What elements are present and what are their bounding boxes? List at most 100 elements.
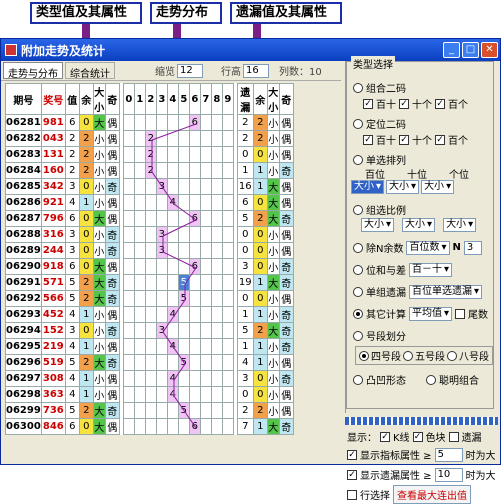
table-row[interactable]: 06298 363 4 1 小偶 4 0 0 小偶 (5, 386, 294, 403)
radio-selected-icon[interactable] (359, 350, 369, 361)
table-row[interactable]: 06296 519 5 2 大奇 5 4 1 小偶 (5, 354, 294, 371)
table-row[interactable]: 06288 316 3 0 小奇 3 0 0 小偶 (5, 226, 294, 243)
checkbox-icon[interactable]: ✓ (380, 431, 390, 442)
select-one[interactable]: 大小 ▾ (421, 180, 455, 194)
radio-icon[interactable] (353, 204, 363, 215)
table-row[interactable]: 06297 308 4 1 小偶 4 3 0 小奇 (5, 370, 294, 387)
radio-icon[interactable] (353, 264, 363, 275)
tab-trend[interactable]: 走势与分布 (3, 62, 63, 80)
checkbox-icon[interactable]: ✓ (347, 469, 357, 480)
checkbox-icon[interactable] (347, 489, 357, 500)
table-row[interactable]: 06283 131 2 2 小偶 2 0 0 小偶 (5, 146, 294, 163)
radio-icon[interactable] (353, 286, 363, 297)
table-row[interactable]: 06291 571 5 2 大奇 5 19 1 大奇 (5, 274, 294, 291)
table-row[interactable]: 06290 918 6 0 大偶 6 3 0 小奇 (5, 258, 294, 275)
opt-pos2[interactable]: 定位二码 (353, 116, 406, 131)
select-one-value: 大小 (424, 181, 445, 192)
select-sumdiff[interactable]: 百－十 ▾ (409, 262, 453, 277)
n-spinner[interactable]: 3 (463, 240, 482, 255)
select-ten[interactable]: 大小 ▾ (386, 180, 420, 194)
table-row[interactable]: 06282 043 2 2 小偶 2 2 2 小偶 (5, 130, 294, 147)
select-hundred[interactable]: 大小 ▾ (351, 180, 385, 194)
radio-icon[interactable] (353, 154, 363, 165)
opt-seg[interactable]: 号段划分 (353, 328, 406, 343)
trend-cell (133, 354, 146, 371)
opt-other[interactable]: 其它计算 平均值 ▾ 尾数 (353, 306, 488, 321)
opt-smart-label: 聪明组合 (439, 376, 479, 387)
checkbox-icon[interactable]: ✓ (363, 134, 373, 145)
period-cell: 06286 (5, 194, 42, 211)
checkbox-icon[interactable]: ✓ (399, 134, 409, 145)
checkbox-icon[interactable]: ✓ (435, 134, 445, 145)
checkbox-icon[interactable]: ✓ (412, 431, 423, 442)
value-cell: 5 (64, 402, 80, 419)
table-row[interactable]: 06285 342 3 0 小奇 3 16 1 大偶 (5, 178, 294, 195)
checkbox-icon[interactable]: ✓ (435, 98, 445, 109)
header-period: 期号 (5, 83, 42, 115)
select-ratio-2[interactable]: 大小 ▾ (402, 218, 436, 232)
select-ratio-1[interactable]: 大小 ▾ (361, 218, 395, 232)
select-miss[interactable]: 百位单选遗漏 ▾ (409, 284, 483, 299)
remainder-cell: 2 (78, 146, 94, 163)
table-row[interactable]: 06293 452 4 1 小偶 4 1 1 小奇 (5, 306, 294, 323)
table-row[interactable]: 06299 736 5 2 大奇 5 2 2 小偶 (5, 402, 294, 419)
close-icon[interactable]: ✕ (481, 42, 498, 58)
opt-shape[interactable]: 凸凹形态 (353, 372, 406, 387)
opt-miss[interactable]: 单组遗漏 百位单选遗漏 ▾ (353, 284, 483, 299)
trend-cell (177, 418, 190, 435)
select-ratio-3[interactable]: 大小 ▾ (443, 218, 477, 232)
radio-icon[interactable] (353, 330, 363, 341)
table-row[interactable]: 06294 152 3 0 小奇 3 5 2 大奇 (5, 322, 294, 339)
trend-cell (133, 114, 146, 131)
prize-cell: 043 (40, 130, 66, 147)
table-row[interactable]: 06289 244 3 0 小奇 3 0 0 小偶 (5, 242, 294, 259)
opt-smart[interactable]: 聪明组合 (426, 372, 479, 387)
query-max-button[interactable]: 查看最大连出值 (393, 485, 471, 504)
table-row[interactable]: 06287 796 6 0 大偶 6 5 2 大奇 (5, 210, 294, 227)
miss-size-cell: 小 (266, 114, 280, 131)
table-row[interactable]: 06295 219 4 1 小偶 4 1 1 小奇 (5, 338, 294, 355)
radio-icon[interactable] (353, 82, 363, 93)
radio-icon[interactable] (426, 374, 436, 385)
radio-icon[interactable] (353, 242, 363, 253)
opt-sumdiff[interactable]: 位和与差 百－十 ▾ (353, 262, 453, 277)
trend-cell (199, 114, 212, 131)
trend-mark: 4 (166, 306, 179, 323)
missattr-spinner[interactable]: 10 (434, 467, 463, 482)
attr-spinner[interactable]: 5 (434, 447, 463, 462)
table-row[interactable]: 06286 921 4 1 小偶 4 6 0 大偶 (5, 194, 294, 211)
checkbox-icon[interactable]: ✓ (347, 449, 357, 460)
remainder-cell: 0 (78, 258, 94, 275)
parity-cell: 偶 (104, 162, 120, 179)
tab-stats[interactable]: 综合统计 (65, 62, 115, 80)
trend-cell (188, 242, 201, 259)
checkbox-icon[interactable] (455, 308, 466, 319)
checkbox-icon[interactable]: ✓ (399, 98, 409, 109)
table-row[interactable]: 06300 846 6 0 大偶 6 7 1 大奇 (5, 418, 294, 435)
trend-cell (210, 130, 223, 147)
radio-icon[interactable] (403, 350, 413, 361)
select-other[interactable]: 平均值 ▾ (409, 306, 453, 321)
rows-spinner[interactable]: 16 (243, 63, 269, 78)
table-row[interactable]: 06292 566 5 2 大奇 5 0 0 小偶 (5, 290, 294, 307)
select-modn[interactable]: 百位数 ▾ (406, 240, 450, 255)
radio-icon[interactable] (353, 118, 363, 129)
minimize-icon[interactable]: _ (443, 42, 460, 58)
opt-modn[interactable]: 除N余数 百位数 ▾ N 3 (353, 240, 482, 255)
checkbox-icon[interactable]: ✓ (363, 98, 373, 109)
maximize-icon[interactable]: □ (462, 42, 479, 58)
miss-remainder-cell: 2 (252, 402, 268, 419)
trend-cell (155, 370, 168, 387)
radio-icon[interactable] (447, 350, 457, 361)
table-row[interactable]: 06281 981 6 0 大偶 6 2 2 小偶 (5, 114, 294, 131)
zoom-spinner[interactable]: 12 (177, 63, 203, 78)
opt-ratio[interactable]: 组选比例 (353, 202, 406, 217)
opt-single[interactable]: 单选排列 (353, 152, 406, 167)
miss-size-cell: 大 (266, 178, 280, 195)
callout-miss-value: 遗漏值及其属性 (230, 2, 342, 24)
table-row[interactable]: 06284 160 2 2 小偶 2 1 1 小奇 (5, 162, 294, 179)
opt-combo2[interactable]: 组合二码 (353, 80, 406, 95)
radio-icon[interactable] (353, 374, 363, 385)
radio-selected-icon[interactable] (353, 308, 363, 319)
checkbox-icon[interactable] (448, 431, 459, 442)
